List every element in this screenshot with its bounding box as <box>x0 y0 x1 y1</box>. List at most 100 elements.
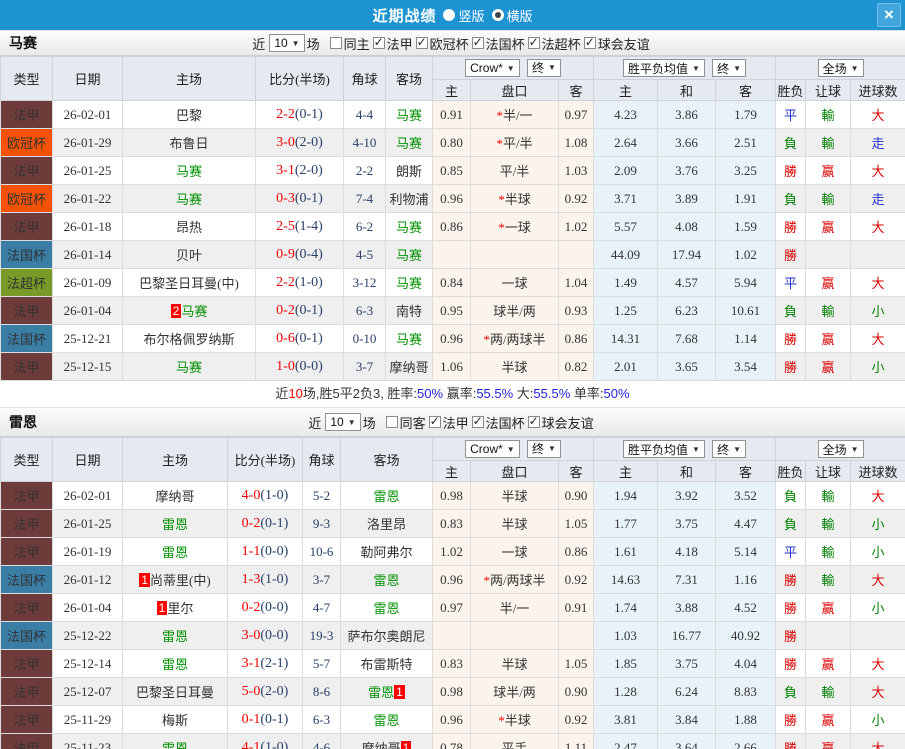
checkbox-icon[interactable] <box>385 416 398 428</box>
checkbox-icon[interactable] <box>329 37 342 49</box>
checkbox-icon[interactable] <box>471 414 484 428</box>
cell-avg-home: 1.94 <box>593 481 658 510</box>
match-count-select[interactable]: 10 ▼ <box>325 413 361 431</box>
avg-stage-select[interactable]: 终 ▼ <box>712 59 747 77</box>
team-label: 雷恩 <box>161 657 188 672</box>
halftime-score: (0-0) <box>260 600 289 615</box>
radio-icon[interactable] <box>491 9 504 21</box>
period-select[interactable]: 全场 ▼ <box>817 59 864 77</box>
handicap-label: 一球 <box>501 545 528 560</box>
cell-odds-away: 0.93 <box>558 296 594 325</box>
fulltime-score: 2-2 <box>276 275 295 290</box>
odds-stage-select[interactable]: 终 ▼ <box>526 439 561 458</box>
cell-result-wdl: 勝 <box>775 593 807 622</box>
avg-stage-select[interactable]: 终 ▼ <box>712 440 747 458</box>
cell-result-handicap: 赢 <box>805 649 852 678</box>
cell-away-team: 雷恩 <box>340 593 433 622</box>
filter-games-label: 场 <box>306 36 320 52</box>
checkbox-icon[interactable] <box>583 35 596 49</box>
red-card-badge: 1 <box>139 573 150 587</box>
avg-select[interactable]: 胜平负均值 ▼ <box>622 59 705 77</box>
filter-league-checkbox[interactable]: 欧冠杯 <box>415 34 469 53</box>
section-header-rennes: 雷恩 近10▼场同客法甲法国杯球会友谊 <box>0 407 905 437</box>
match-count-select[interactable]: 10 ▼ <box>269 34 305 52</box>
cell-avg-draw: 7.68 <box>657 324 716 353</box>
checkbox-icon[interactable] <box>428 414 441 428</box>
filter-same-venue-checkbox[interactable]: 同客 <box>385 413 426 432</box>
cell-avg-draw: 6.24 <box>657 677 716 706</box>
cell-odds-away: 0.90 <box>558 677 594 706</box>
cell-handicap <box>470 240 559 269</box>
fulltime-score: 0-1 <box>241 712 261 727</box>
halftime-score: (2-1) <box>260 656 289 671</box>
cell-avg-draw: 6.23 <box>657 296 716 325</box>
cell-score: 0-6(0-1) <box>255 324 344 353</box>
radio-icon[interactable] <box>443 9 456 21</box>
bookmaker-select[interactable]: Crow* ▼ <box>465 59 520 78</box>
cell-odds-home: 0.86 <box>432 212 471 241</box>
checkbox-icon[interactable] <box>372 35 385 49</box>
cell-score: 4-0(1-0) <box>227 481 303 510</box>
checkbox-icon[interactable] <box>527 35 540 49</box>
team-label: 里尔 <box>167 601 194 616</box>
cell-home-team: 1 里尔 <box>122 593 228 622</box>
filter-league-checkbox[interactable]: 法超杯 <box>527 34 581 53</box>
cell-date: 26-01-22 <box>52 184 123 213</box>
chevron-down-icon: ▼ <box>691 63 700 73</box>
team-label: 雷恩 <box>161 517 188 532</box>
filter-league-checkbox[interactable]: 法甲 <box>428 413 469 432</box>
cell-avg-draw: 3.75 <box>657 509 716 538</box>
cell-competition-type: 法甲 <box>0 509 53 538</box>
filter-league-checkbox[interactable]: 球会友谊 <box>583 34 650 53</box>
cell-date: 26-02-01 <box>52 100 123 129</box>
cell-home-team: 巴黎圣日耳曼(中) <box>122 268 256 297</box>
cell-avg-away: 1.14 <box>714 324 777 353</box>
cell-handicap: 一球 <box>470 268 559 297</box>
filter-league-checkbox[interactable]: 法甲 <box>372 34 413 53</box>
filter-league-checkbox[interactable]: 法国杯 <box>471 413 525 432</box>
horizontal-layout-radio[interactable]: 横版 <box>491 6 533 25</box>
checkbox-icon[interactable] <box>471 35 484 49</box>
table-row: 欧冠杯 26-01-29 布鲁日 3-0(2-0) 4-10 马赛 0.80 *平/半 1.08… <box>0 128 905 157</box>
filter-same-venue-checkbox[interactable]: 同主 <box>329 34 370 53</box>
checkbox-label: 法甲 <box>442 415 469 431</box>
subcol-handicap-result: 让球 <box>805 460 852 482</box>
team-label: 雷恩 <box>161 741 188 749</box>
cell-result-wdl: 勝 <box>775 240 807 269</box>
cell-away-team: 利物浦 <box>385 184 433 213</box>
col-date: 日期 <box>52 56 123 101</box>
odds-stage-select[interactable]: 终 ▼ <box>526 58 561 77</box>
cell-result-wdl: 勝 <box>775 705 807 734</box>
cell-date: 26-02-01 <box>52 481 123 510</box>
filter-league-checkbox[interactable]: 球会友谊 <box>527 413 594 432</box>
checkbox-icon[interactable] <box>415 35 428 49</box>
handicap-label: 半球 <box>504 713 531 728</box>
bookmaker-select[interactable]: Crow* ▼ <box>465 440 520 459</box>
filter-league-checkbox[interactable]: 法国杯 <box>471 34 525 53</box>
horizontal-layout-label: 横版 <box>506 8 533 24</box>
cell-home-team: 梅斯 <box>122 705 228 734</box>
period-select[interactable]: 全场 ▼ <box>817 440 864 458</box>
cell-avg-draw: 3.65 <box>657 352 716 381</box>
cell-odds-away: 0.91 <box>558 593 594 622</box>
cell-home-team: 雷恩 <box>122 621 228 650</box>
vertical-layout-radio[interactable]: 竖版 <box>443 6 485 25</box>
checkbox-icon[interactable] <box>527 414 540 428</box>
team-label: 马赛 <box>175 164 202 179</box>
subcol-odds-away: 客 <box>558 79 594 101</box>
cell-result-goals: 大 <box>850 156 905 185</box>
cell-result-handicap: 赢 <box>805 593 852 622</box>
subcol-handicap-result: 让球 <box>805 79 852 101</box>
cell-avg-home: 44.09 <box>593 240 658 269</box>
cell-result-goals: 小 <box>850 537 905 566</box>
cell-home-team: 雷恩 <box>122 509 228 538</box>
cell-avg-home: 1.74 <box>593 593 658 622</box>
avg-select[interactable]: 胜平负均值 ▼ <box>622 440 705 458</box>
fulltime-score: 4-1 <box>241 740 261 749</box>
cell-home-team: 马赛 <box>122 156 256 185</box>
cell-avg-home: 5.57 <box>593 212 658 241</box>
team-label: 马赛 <box>175 360 202 375</box>
close-button[interactable]: × <box>877 3 901 27</box>
cell-result-wdl: 平 <box>775 268 807 297</box>
cell-result-wdl: 勝 <box>775 324 807 353</box>
